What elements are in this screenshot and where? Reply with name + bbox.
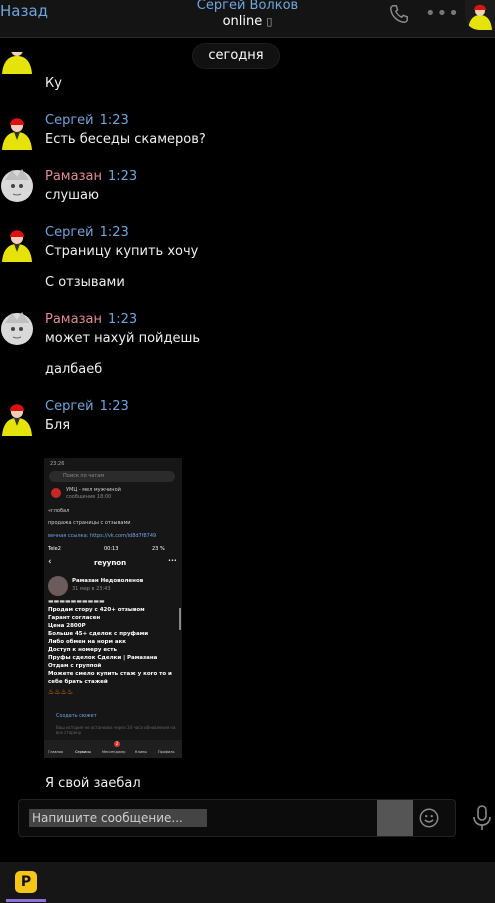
shot-tabbar: Главная Сервисы Мессенджер Клипы Профиль… xyxy=(44,740,182,758)
message-feed[interactable]: Ку Сергей 1:23 Есть беседы скамеров? Рама… xyxy=(0,38,495,790)
shot-nav-badge: 2 xyxy=(114,741,120,747)
shot-story-note: Ваш история не остановка через 24 часа о… xyxy=(56,725,176,735)
shot-nav-item: Главная xyxy=(48,750,64,754)
message-text: далбаеб xyxy=(45,362,103,377)
shot-scrollbar xyxy=(179,608,181,630)
shot-post-line: Цена 2800Р xyxy=(48,623,86,629)
message-text: С отзывами xyxy=(45,275,125,290)
shot-post-line: Можете смело купить стаж у кого то и xyxy=(48,671,172,677)
phone-call-icon[interactable] xyxy=(388,3,410,25)
shot-fire-emojis: ♨♨♨♨ xyxy=(48,688,74,696)
avatar[interactable] xyxy=(0,396,34,436)
message-input[interactable] xyxy=(29,809,207,827)
shot-post-line: Продам стору с 420+ отзывом xyxy=(48,607,145,613)
message-text: Я свой заебал xyxy=(45,776,141,790)
shot-line1: «глобал xyxy=(48,508,70,514)
contact-name[interactable]: Сергей Волков xyxy=(0,0,495,13)
shot-post-line: Гарант согласен xyxy=(48,615,101,621)
microphone-icon[interactable] xyxy=(471,805,493,831)
shot-nav-item: Клипы xyxy=(135,750,148,754)
shot-nav-item: Мессенджер xyxy=(102,750,126,754)
bottom-bar: P xyxy=(0,862,495,903)
shot-post-author: Рамазан Недоволенов xyxy=(72,578,144,584)
shot-more-icon: ••• xyxy=(168,558,177,564)
shot-search-bar: Поиск по чатам xyxy=(49,471,175,482)
header-avatar[interactable] xyxy=(465,0,495,30)
attach-button[interactable] xyxy=(377,800,413,836)
shot-back-icon: ‹ xyxy=(48,557,52,567)
shot-battery: 23 % xyxy=(152,546,165,552)
message-time: 1:23 xyxy=(99,399,129,414)
shot-post-line: Больше 45+ сделок с пруфами xyxy=(48,631,149,637)
message-time: 1:23 xyxy=(107,169,138,184)
shot-create-story: Создать сюжет xyxy=(56,713,97,719)
shot-search-text: Поиск по чатам xyxy=(63,473,105,479)
shot-post-line: Либо обмен на норм акк xyxy=(48,639,127,645)
shot-nav-item: Профиль xyxy=(158,750,175,754)
author-name[interactable]: Рамазан xyxy=(45,312,102,327)
more-options-icon[interactable]: ••• xyxy=(425,3,460,24)
message-text: Ку xyxy=(45,76,62,91)
avatar[interactable] xyxy=(0,309,34,349)
mobile-icon: ▯ xyxy=(266,15,273,28)
shot-post-line: Пруфы сделок Сделки | Рамазана xyxy=(48,655,158,661)
message-text: Есть беседы скамеров? xyxy=(45,132,206,147)
author-name[interactable]: Сергей xyxy=(45,225,94,240)
shot-line3: вечная ссылка: https://vk.com/id8d7f8749 xyxy=(48,533,157,539)
message-author[interactable]: Сергей 1:23 xyxy=(45,399,129,414)
shot-chat-title: УМЦ - мел мужчиной xyxy=(66,487,121,493)
message-text: может нахуй пойдешь xyxy=(45,331,201,346)
message-text: слушаю xyxy=(45,188,99,203)
emoji-icon[interactable] xyxy=(418,807,440,829)
status-text: online xyxy=(222,14,263,29)
author-name[interactable]: Рамазан xyxy=(45,169,102,184)
avatar[interactable] xyxy=(0,52,34,74)
avatar[interactable] xyxy=(0,222,34,262)
message-composer xyxy=(18,799,456,837)
shot-line2: продажа страницы с отзывами xyxy=(48,520,131,526)
message-time: 1:23 xyxy=(99,113,129,128)
message-author[interactable]: Сергей 1:23 xyxy=(45,225,129,240)
message-time: 1:23 xyxy=(107,312,138,327)
shot-status-time: 23:26 xyxy=(50,461,65,467)
avatar[interactable] xyxy=(0,110,34,150)
message-text: Бля xyxy=(45,418,71,433)
shot-time2: 00:13 xyxy=(104,546,119,552)
shot-chat-avatar xyxy=(51,488,61,498)
shot-chat-sub: сообщение 18:00 xyxy=(66,494,112,500)
shot-carrier: Tele2 xyxy=(48,546,61,552)
author-name[interactable]: Сергей xyxy=(45,399,94,414)
active-app-indicator xyxy=(6,899,46,902)
author-name[interactable]: Сергей xyxy=(45,113,94,128)
shot-post-time: 31 мар в 23:43 xyxy=(72,586,111,592)
shot-post-avatar xyxy=(48,576,68,596)
shot-post-line: Доступ к номеру есть xyxy=(48,647,117,653)
shot-post-line: себе брать стажей xyxy=(48,679,108,685)
date-separator: сегодня xyxy=(193,44,279,68)
shot-post-line: Отдам с группой xyxy=(48,663,102,669)
message-text: Страницу купить хочу xyxy=(45,244,199,259)
chat-header: Назад Сергей Волков online ▯ ••• xyxy=(0,0,495,38)
message-author[interactable]: Сергей 1:23 xyxy=(45,113,129,128)
app-icon[interactable]: P xyxy=(15,871,37,893)
photo-attachment[interactable]: 23:26 Поиск по чатам УМЦ - мел мужчиной … xyxy=(44,458,182,758)
message-author[interactable]: Рамазан 1:23 xyxy=(45,312,137,327)
shot-nav-item: Сервисы xyxy=(75,750,91,754)
avatar[interactable] xyxy=(0,166,34,206)
message-author[interactable]: Рамазан 1:23 xyxy=(45,169,137,184)
shot-flags: ▬▬▬▬▬▬▬▬▬▬ xyxy=(48,598,105,605)
message-time: 1:23 xyxy=(99,225,129,240)
contact-status: online ▯ xyxy=(0,14,495,29)
shot-handle: reyynon xyxy=(94,559,127,567)
